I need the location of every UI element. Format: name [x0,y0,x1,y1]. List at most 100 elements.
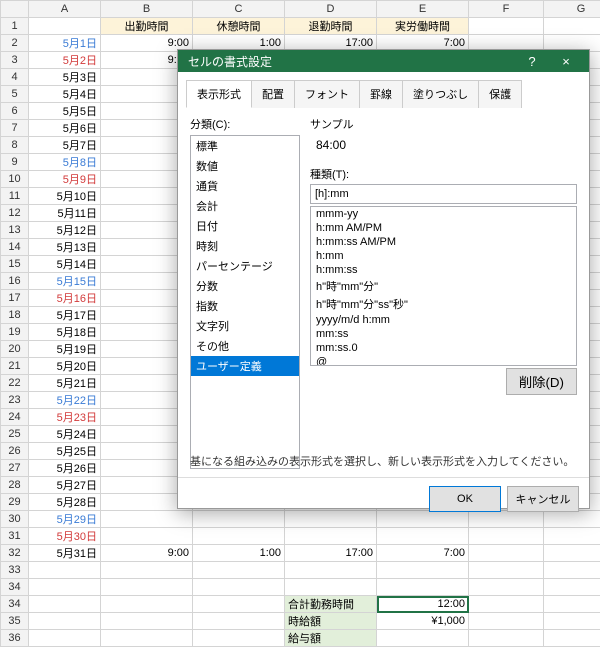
tab-protection[interactable]: 保護 [478,80,522,108]
cell[interactable] [29,562,101,579]
cell[interactable]: 5月20日 [29,358,101,375]
col-header[interactable]: D [285,1,377,18]
type-list-item[interactable]: h"時"mm"分"ss"秒" [311,295,576,313]
row-header[interactable]: 6 [1,103,29,120]
ok-button[interactable]: OK [429,486,501,512]
type-list-item[interactable]: h"時"mm"分" [311,277,576,295]
cell[interactable] [377,579,469,596]
row-header[interactable]: 8 [1,137,29,154]
cell[interactable] [29,579,101,596]
cell[interactable]: 5月7日 [29,137,101,154]
cell[interactable]: 7:00 [377,545,469,562]
cell[interactable] [285,562,377,579]
category-item[interactable]: 日付 [191,216,299,236]
type-list-item[interactable]: h:mm:ss AM/PM [311,235,576,249]
type-list-item[interactable]: h:mm:ss [311,263,576,277]
cell[interactable]: 5月9日 [29,171,101,188]
row-header[interactable]: 10 [1,171,29,188]
row-header[interactable]: 30 [1,511,29,528]
row-header[interactable]: 18 [1,307,29,324]
close-button[interactable]: × [549,50,583,72]
cell[interactable] [285,528,377,545]
type-input[interactable] [310,184,577,204]
cell[interactable] [193,528,285,545]
cell[interactable] [285,579,377,596]
type-list-item[interactable]: yyyy/m/d h:mm [311,313,576,327]
row-header[interactable]: 16 [1,273,29,290]
cell[interactable]: 休憩時間 [193,18,285,35]
cell[interactable]: 5月14日 [29,256,101,273]
cell[interactable]: 出勤時間 [101,18,193,35]
cell[interactable]: 退勤時間 [285,18,377,35]
type-list-item[interactable]: h:mm AM/PM [311,221,576,235]
cell[interactable]: 5月29日 [29,511,101,528]
category-item[interactable]: 時刻 [191,236,299,256]
cell[interactable] [377,630,469,647]
cell[interactable]: 5月21日 [29,375,101,392]
category-list[interactable]: 標準数値通貨会計日付時刻パーセンテージ分数指数文字列その他ユーザー定義 [190,135,300,469]
category-item[interactable]: 文字列 [191,316,299,336]
cell[interactable]: 5月30日 [29,528,101,545]
row-header[interactable]: 29 [1,494,29,511]
row-header[interactable]: 31 [1,528,29,545]
cell[interactable]: 5月17日 [29,307,101,324]
cell[interactable]: 実労働時間 [377,18,469,35]
cell[interactable]: 5月11日 [29,205,101,222]
category-item[interactable]: 会計 [191,196,299,216]
cell[interactable]: 5月4日 [29,86,101,103]
cell[interactable]: 9:00 [101,545,193,562]
cell[interactable]: 5月8日 [29,154,101,171]
row-header[interactable]: 23 [1,392,29,409]
row-header[interactable]: 32 [1,545,29,562]
col-header[interactable]: G [544,1,600,18]
category-item[interactable]: その他 [191,336,299,356]
tab-alignment[interactable]: 配置 [251,80,295,108]
cell[interactable]: 5月23日 [29,409,101,426]
row-header[interactable]: 14 [1,239,29,256]
row-header[interactable]: 15 [1,256,29,273]
col-header[interactable]: A [29,1,101,18]
cell[interactable]: 5月2日 [29,52,101,69]
cell[interactable]: 5月6日 [29,120,101,137]
corner-cell[interactable] [1,1,29,18]
row-header[interactable]: 34 [1,596,29,613]
row-header[interactable]: 25 [1,426,29,443]
help-button[interactable]: ? [515,50,549,72]
row-header[interactable]: 12 [1,205,29,222]
cell[interactable] [193,562,285,579]
cell[interactable]: 5月25日 [29,443,101,460]
cell[interactable]: 5月26日 [29,460,101,477]
row-header[interactable]: 9 [1,154,29,171]
row-header[interactable]: 17 [1,290,29,307]
col-header[interactable]: F [469,1,544,18]
cell[interactable]: 5月13日 [29,239,101,256]
row-header[interactable]: 13 [1,222,29,239]
row-header[interactable]: 27 [1,460,29,477]
cancel-button[interactable]: キャンセル [507,486,579,512]
row-header[interactable]: 35 [1,613,29,630]
row-header[interactable]: 11 [1,188,29,205]
type-list-item[interactable]: mmm-yy [311,207,576,221]
type-list-item[interactable]: @ [311,355,576,366]
cell[interactable]: 5月1日 [29,35,101,52]
row-header[interactable]: 2 [1,35,29,52]
cell[interactable] [101,562,193,579]
row-header[interactable]: 19 [1,324,29,341]
category-item[interactable]: 通貨 [191,176,299,196]
cell[interactable]: ¥1,000 [377,613,469,630]
cell[interactable]: 1:00 [193,545,285,562]
row-header[interactable]: 21 [1,358,29,375]
category-item[interactable]: ユーザー定義 [191,356,299,376]
cell[interactable]: 5月12日 [29,222,101,239]
category-item[interactable]: 標準 [191,136,299,156]
cell[interactable]: 5月19日 [29,341,101,358]
cell[interactable] [377,528,469,545]
type-list-item[interactable]: mm:ss [311,327,576,341]
cell[interactable]: 5月15日 [29,273,101,290]
cell[interactable]: 5月22日 [29,392,101,409]
type-list-item[interactable]: mm:ss.0 [311,341,576,355]
row-header[interactable]: 5 [1,86,29,103]
row-header[interactable]: 33 [1,562,29,579]
cell[interactable] [101,528,193,545]
col-header[interactable]: B [101,1,193,18]
